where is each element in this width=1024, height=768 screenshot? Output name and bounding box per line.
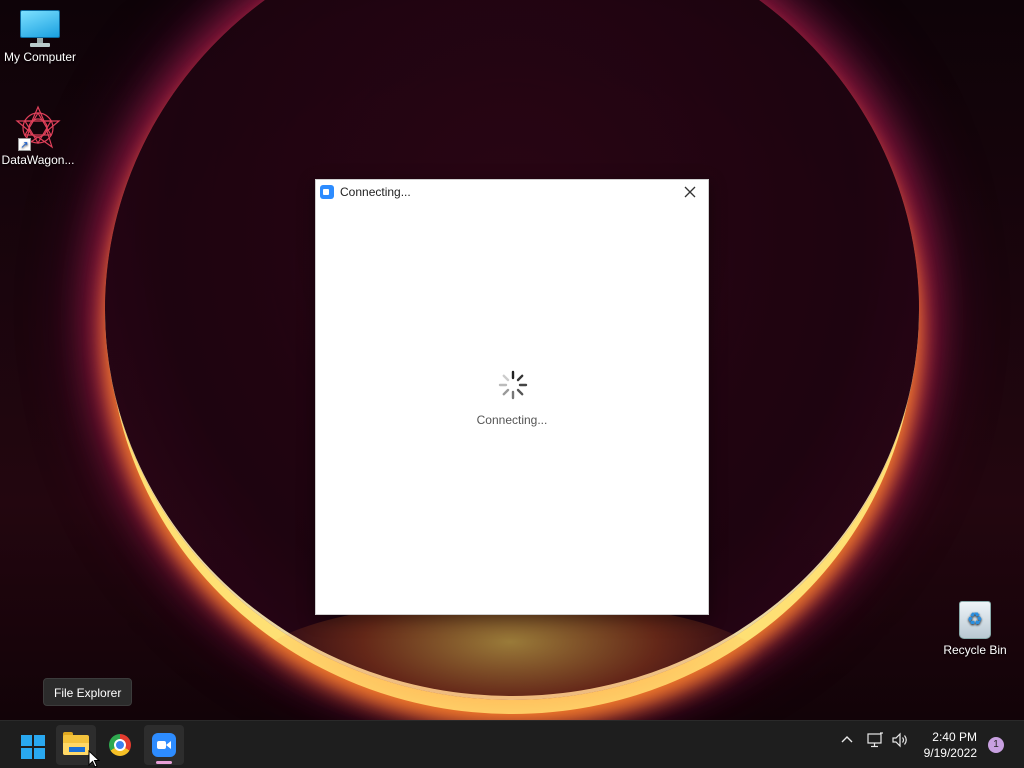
taskbar-zoom[interactable] <box>144 725 184 765</box>
desktop-icon-label: My Computer <box>3 50 77 64</box>
shortcut-arrow-icon: ↗ <box>18 138 31 151</box>
zoom-icon <box>320 185 334 199</box>
connecting-dialog: Connecting... Connecting... <box>315 179 709 615</box>
clock-time: 2:40 PM <box>932 730 977 744</box>
mouse-cursor-icon <box>88 750 100 768</box>
volume-icon <box>892 732 907 748</box>
network-icon <box>867 732 883 748</box>
desktop-icon-label: DataWagon... <box>1 153 75 167</box>
desktop-icon-recycle-bin[interactable]: ♻ Recycle Bin <box>935 597 1015 657</box>
chevron-up-icon <box>841 736 853 743</box>
show-hidden-icons-button[interactable] <box>839 731 855 750</box>
dialog-titlebar[interactable]: Connecting... <box>316 180 708 204</box>
start-button[interactable] <box>12 725 52 765</box>
loading-spinner-icon <box>498 370 528 400</box>
close-icon <box>684 186 696 198</box>
chrome-icon <box>109 734 131 756</box>
dialog-title: Connecting... <box>340 185 411 199</box>
folder-icon <box>63 732 89 755</box>
close-button[interactable] <box>678 182 702 202</box>
clock-date: 9/19/2022 <box>923 746 977 760</box>
monitor-icon <box>19 10 61 48</box>
taskbar-tooltip: File Explorer <box>43 678 133 706</box>
taskbar-chrome[interactable] <box>100 725 140 765</box>
network-button[interactable] <box>866 731 884 752</box>
recycle-bin-icon: ♻ <box>955 597 995 641</box>
running-indicator <box>156 761 172 764</box>
desktop-icon-label: Recycle Bin <box>943 643 1007 657</box>
status-text: Connecting... <box>476 413 548 427</box>
volume-button[interactable] <box>891 731 909 752</box>
datawagon-app-icon: ↗ <box>14 105 62 151</box>
notification-badge[interactable]: 1 <box>988 737 1004 753</box>
zoom-icon <box>152 733 176 757</box>
taskbar: 2:40 PM 9/19/2022 1 <box>0 720 1024 768</box>
taskbar-clock[interactable]: 2:40 PM 9/19/2022 <box>915 729 977 761</box>
windows-logo-icon <box>21 735 45 759</box>
desktop-icon-datawagon[interactable]: ↗ DataWagon... <box>0 105 78 167</box>
desktop-icon-my-computer[interactable]: My Computer <box>0 10 80 64</box>
